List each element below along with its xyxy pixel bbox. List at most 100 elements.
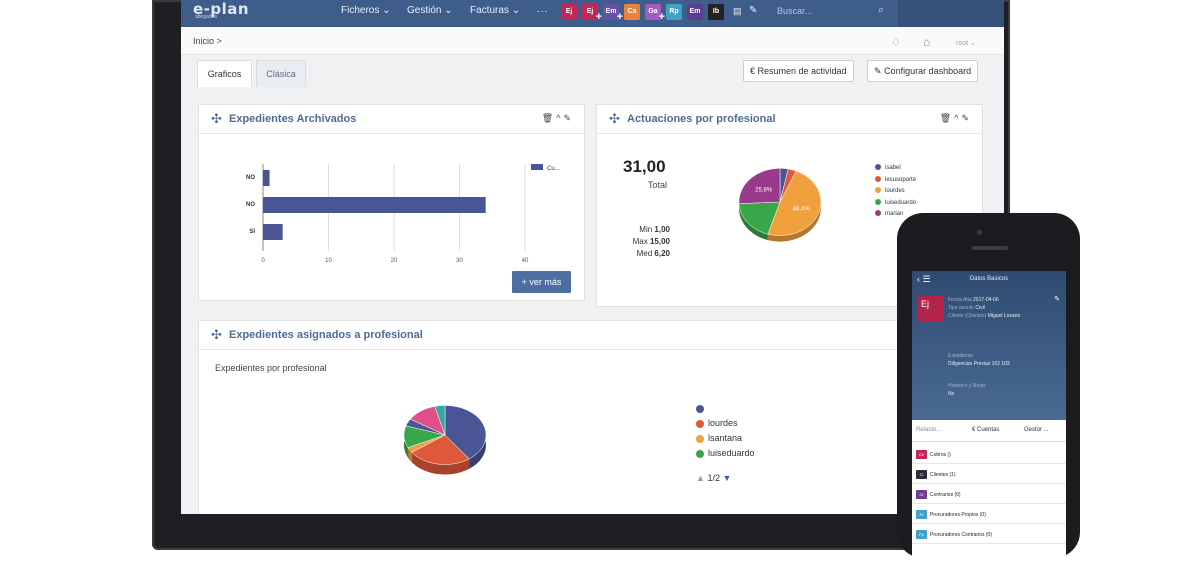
user-menu[interactable]: root ⌄: [956, 39, 976, 47]
field-label: Expediente: [948, 353, 974, 359]
legend-item[interactable]: [696, 401, 755, 416]
list-item[interactable]: Pc Procuradores Contrarios (0): [912, 525, 1066, 544]
list-item[interactable]: Cb Cobros (): [912, 445, 1066, 464]
quick-icon-ej[interactable]: Ej +: [582, 4, 602, 23]
menu-facturas[interactable]: Facturas ⌄: [470, 5, 520, 16]
field-fecha-alta: Fecha Alta 2017-04-06: [948, 297, 999, 303]
home-icon[interactable]: ⌂: [923, 35, 930, 49]
panel-title: Expedientes Archivados: [229, 113, 357, 125]
wrench-icon[interactable]: ✎: [749, 5, 757, 16]
kpi-min: Min 1,00: [627, 225, 670, 234]
pager-text: 1/2: [707, 473, 720, 483]
phone-frame: ‹ ☰ Datos Basicos Ej ✎ Fecha Alta 2017-0…: [897, 213, 1080, 563]
list-item-label: Clientes (1): [930, 472, 956, 478]
quick-icon-label: Ca: [627, 8, 637, 15]
legend-label: isabel: [885, 165, 901, 171]
move-icon[interactable]: ✣: [211, 327, 222, 343]
legend-item[interactable]: luiseduardo: [875, 198, 916, 210]
legend-swatch: [696, 434, 704, 443]
wrench-icon[interactable]: ✎: [563, 113, 574, 123]
quick-icon-rp[interactable]: Rp: [666, 4, 682, 20]
menu-gestion[interactable]: Gestión ⌄: [407, 5, 453, 16]
legend-pager[interactable]: ▲ 1/2 ▼: [696, 473, 731, 483]
breadcrumb-bar: Inicio > ♢ ⌂ root ⌄: [181, 27, 1004, 55]
chevron-down-icon: ⌄: [382, 5, 391, 16]
expediente-badge: Ej: [918, 296, 944, 321]
ver-mas-button[interactable]: + ver más: [512, 271, 571, 293]
quick-icon-ga[interactable]: Ga +: [645, 4, 665, 23]
legend-swatch: [875, 210, 881, 217]
quick-icon-em[interactable]: Em +: [603, 4, 623, 23]
list-item-badge: Cl: [916, 470, 927, 479]
tab-cuentas[interactable]: € Cuentas: [972, 427, 999, 433]
move-icon[interactable]: ✣: [609, 111, 620, 127]
legend-swatch: [696, 419, 704, 428]
phone-tabs: Relacio... € Cuentas Gestor ...: [912, 420, 1066, 442]
search-icon[interactable]: ⌕: [878, 4, 884, 17]
more-menu[interactable]: ...: [537, 4, 548, 15]
configurar-dashboard-button[interactable]: ✎ Configurar dashboard: [867, 60, 979, 82]
menu-ficheros-label: Ficheros: [341, 5, 380, 16]
phone-header: ‹ ☰ Datos Basicos Ej ✎ Fecha Alta 2017-0…: [912, 271, 1066, 420]
legend-item[interactable]: lsantana: [696, 431, 755, 446]
tab-gestor[interactable]: Gestor ...: [1024, 427, 1049, 433]
list-item-badge: Pc: [916, 530, 927, 539]
field-value: Civil: [975, 305, 985, 311]
kpi-max: Max 15,00: [617, 237, 670, 246]
legend-item[interactable]: lesusoporte: [875, 175, 916, 187]
actuaciones-pie-chart: 25,8% 48,4%: [738, 168, 822, 242]
tab-clasica[interactable]: Clásica: [256, 60, 306, 87]
field-cliente: Cliente (Clientes) Miguel Lozano: [948, 313, 1020, 319]
search-input[interactable]: Buscar...: [777, 6, 812, 16]
list-item[interactable]: Pr Procuradores Propios (0): [912, 505, 1066, 524]
app-screen: e-plan abogados Ficheros ⌄ Gestión ⌄ Fac…: [181, 0, 1004, 514]
legend-item[interactable]: isabel: [875, 163, 916, 175]
panel-header: ✣ Expedientes asignados a profesional: [199, 321, 987, 350]
quick-icon-ib[interactable]: Ib: [708, 4, 724, 20]
legend-label: lesusoporte: [885, 176, 917, 183]
legend-swatch: [696, 449, 704, 458]
tab-graficos[interactable]: Graficos: [197, 60, 252, 87]
panel-title: Actuaciones por profesional: [627, 113, 776, 125]
menu-ficheros[interactable]: Ficheros ⌄: [341, 5, 391, 16]
app-logo-subtitle: abogados: [195, 14, 217, 20]
list-item[interactable]: Ct Contrarios (0): [912, 485, 1066, 504]
y-tick-label: NO: [246, 202, 255, 208]
menu-gestion-label: Gestión: [407, 5, 442, 16]
pager-next-icon[interactable]: ▼: [722, 473, 731, 483]
tab-relaciones[interactable]: Relacio...: [916, 427, 941, 433]
legend-item[interactable]: luiseduardo: [696, 446, 755, 461]
field-tipo-asunto: Tipo asunto Civil: [948, 305, 985, 311]
quick-icon-label: Rp: [669, 8, 679, 15]
quick-icon-ej[interactable]: Ej: [561, 4, 577, 20]
field-label: Historico y Notas: [948, 383, 986, 389]
actuaciones-slice[interactable]: [738, 168, 781, 204]
navbar-right-area: [898, 0, 1004, 27]
quick-icon-ca[interactable]: Ca: [624, 4, 640, 20]
legend-label: marian: [885, 211, 904, 217]
legend-label: luiseduardo: [708, 448, 755, 458]
quick-icon-em[interactable]: Em: [687, 4, 703, 20]
list-item[interactable]: Cl Clientes (1): [912, 465, 1066, 484]
legend-item[interactable]: lourdes: [696, 416, 755, 431]
list-item-label: Procuradores Propios (0): [930, 512, 986, 518]
panel-header: ✣ Expedientes Archivados 🗑^✎: [199, 105, 584, 134]
breadcrumb[interactable]: Inicio >: [193, 36, 222, 46]
move-icon[interactable]: ✣: [211, 111, 222, 127]
legend-item[interactable]: lourdes: [875, 186, 916, 198]
resumen-actividad-button[interactable]: € Resumen de actividad: [743, 60, 854, 82]
chevron-down-icon: ⌄: [444, 5, 453, 16]
edit-icon[interactable]: ✎: [1054, 295, 1060, 303]
quick-icon-label: Ga: [648, 8, 658, 15]
asignados-pie-chart: [403, 405, 487, 475]
wrench-icon[interactable]: ✎: [961, 113, 972, 123]
bell-icon[interactable]: ♢: [891, 36, 901, 49]
phone-speaker: [972, 246, 1008, 250]
trash-icon[interactable]: 🗑: [940, 113, 954, 123]
field-value: Miguel Lozano: [987, 313, 1021, 319]
legend-label: Cu...: [547, 166, 560, 172]
layers-icon[interactable]: ▤: [733, 6, 742, 17]
pager-prev-icon[interactable]: ▲: [696, 473, 705, 483]
trash-icon[interactable]: 🗑: [542, 113, 556, 123]
y-tick-label: NO: [246, 175, 255, 181]
